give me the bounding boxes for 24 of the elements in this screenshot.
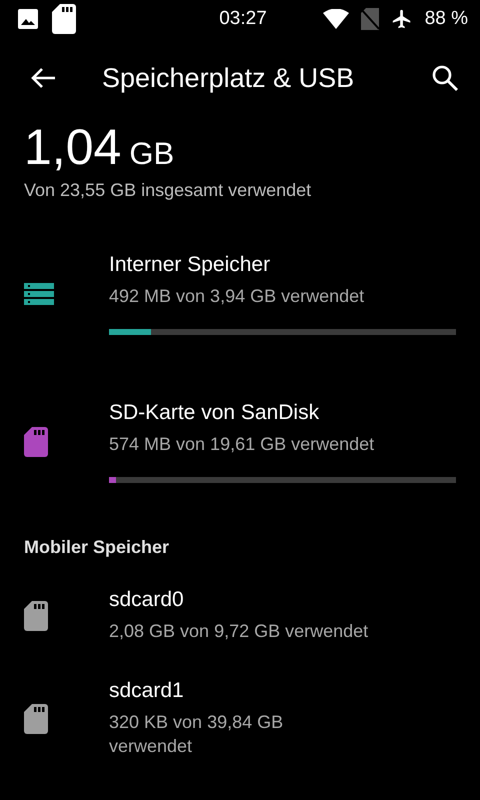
section-header: Mobiler Speicher: [24, 537, 170, 558]
device-name: Interner Speicher: [109, 253, 270, 277]
back-arrow-icon: [30, 67, 56, 89]
sd-card-icon: [24, 704, 48, 734]
device-name: sdcard1: [109, 679, 184, 703]
screen-title: Speicherplatz & USB: [102, 62, 356, 94]
usage-text: 492 MB von 3,94 GB verwendet: [109, 285, 366, 308]
clock: 03:27: [219, 8, 267, 30]
search-icon: [432, 65, 458, 91]
usage-text: 574 MB von 19,61 GB verwendet: [109, 433, 376, 456]
sd-card-icon: [24, 600, 48, 630]
image-icon: [18, 9, 38, 29]
used-amount: 1,04: [24, 118, 122, 176]
sd-card-icon: [52, 4, 76, 34]
device-name: SD-Karte von SanDisk: [109, 401, 320, 425]
battery-level: 88 %: [424, 8, 468, 30]
no-sim-icon: [360, 8, 379, 30]
device-name: sdcard0: [109, 588, 184, 612]
airplane-icon: [390, 8, 413, 30]
wifi-icon: [322, 9, 349, 29]
usage-text: 2,08 GB von 9,72 GB verwendet: [109, 620, 370, 643]
used-unit: GB: [129, 136, 174, 172]
usage-text: 320 KB von 39,84 GB verwendet: [109, 711, 284, 758]
total-caption: Von 23,55 GB insgesamt verwendet: [24, 180, 312, 201]
